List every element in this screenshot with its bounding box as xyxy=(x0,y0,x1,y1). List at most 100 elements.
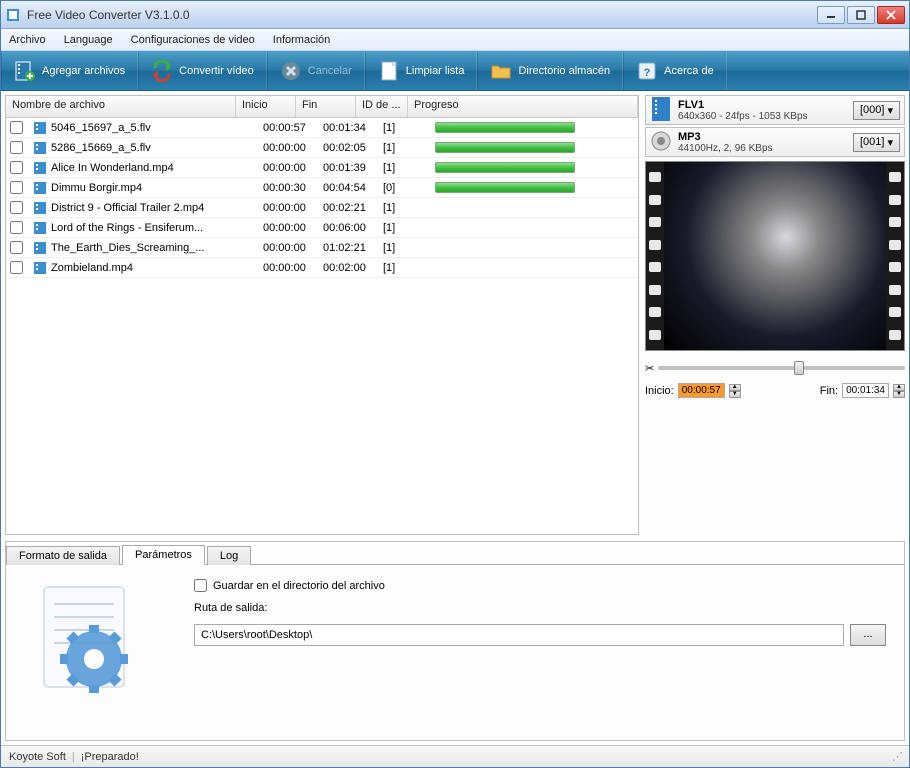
video-format-select[interactable]: [000]▾ xyxy=(853,101,900,120)
file-start: 00:00:00 xyxy=(257,142,317,154)
tab-parameters[interactable]: Parámetros xyxy=(122,545,205,565)
statusbar: Koyote Soft | ¡Preparado! ⋰ xyxy=(1,745,909,767)
video-file-icon xyxy=(33,181,47,195)
clear-list-button[interactable]: Limpiar lista xyxy=(365,51,478,90)
progress-bar xyxy=(435,162,575,173)
file-end: 00:02:05 xyxy=(317,142,377,154)
clear-list-label: Limpiar lista xyxy=(406,65,465,77)
file-checkbox[interactable] xyxy=(10,141,23,154)
video-file-icon xyxy=(33,121,47,135)
file-name: Dimmu Borgir.mp4 xyxy=(51,182,142,194)
trim-end-input[interactable]: 00:01:34 xyxy=(842,383,889,398)
file-id: [1] xyxy=(377,222,429,234)
table-row[interactable]: Lord of the Rings - Ensiferum...00:00:00… xyxy=(6,218,638,238)
add-files-button[interactable]: Agregar archivos xyxy=(1,51,138,90)
col-name[interactable]: Nombre de archivo xyxy=(6,96,236,117)
table-row[interactable]: The_Earth_Dies_Screaming_...00:00:0001:0… xyxy=(6,238,638,258)
slider-thumb[interactable] xyxy=(794,361,804,375)
speaker-icon xyxy=(650,130,672,155)
file-table: Nombre de archivo Inicio Fin ID de ... P… xyxy=(5,95,639,535)
file-end: 00:02:21 xyxy=(317,202,377,214)
file-id: [1] xyxy=(377,242,429,254)
output-dir-button[interactable]: Directorio almacén xyxy=(477,51,623,90)
menu-file[interactable]: Archivo xyxy=(9,34,46,46)
about-button[interactable]: ? Acerca de xyxy=(623,51,727,90)
file-start: 00:00:57 xyxy=(257,122,317,134)
file-name: District 9 - Official Trailer 2.mp4 xyxy=(51,202,204,214)
video-file-icon xyxy=(33,241,47,255)
table-row[interactable]: Dimmu Borgir.mp4 00:00:3000:04:54[0] xyxy=(6,178,638,198)
maximize-button[interactable] xyxy=(847,6,875,24)
output-path-label: Ruta de salida: xyxy=(194,602,886,614)
file-end: 00:01:39 xyxy=(317,162,377,174)
table-row[interactable]: 5046_15697_a_5.flv00:00:5700:01:34[1] xyxy=(6,118,638,138)
file-start: 00:00:30 xyxy=(257,182,317,194)
video-file-icon xyxy=(33,221,47,235)
file-id: [0] xyxy=(377,182,429,194)
window-title: Free Video Converter V3.1.0.0 xyxy=(27,8,817,22)
file-end: 00:04:54 xyxy=(317,182,377,194)
file-name: The_Earth_Dies_Screaming_... xyxy=(51,242,204,254)
film-add-icon xyxy=(14,60,36,82)
trim-start-input[interactable]: 00:00:57 xyxy=(678,383,725,398)
file-end: 00:02:00 xyxy=(317,262,377,274)
file-checkbox[interactable] xyxy=(10,201,23,214)
right-panel: FLV1 640x360 - 24fps - 1053 KBps [000]▾ … xyxy=(645,95,905,535)
browse-button[interactable]: ... xyxy=(850,624,886,646)
audio-format-detail: 44100Hz, 2, 96 KBps xyxy=(678,143,773,154)
tabs: Formato de salida Parámetros Log xyxy=(6,542,904,564)
close-button[interactable] xyxy=(877,6,905,24)
audio-format-name: MP3 xyxy=(678,131,773,143)
settings-illustration xyxy=(24,579,164,699)
table-row[interactable]: District 9 - Official Trailer 2.mp4 00:00… xyxy=(6,198,638,218)
left-panel: Nombre de archivo Inicio Fin ID de ... P… xyxy=(5,95,639,535)
col-id[interactable]: ID de ... xyxy=(356,96,408,117)
video-format-name: FLV1 xyxy=(678,99,808,111)
file-start: 00:00:00 xyxy=(257,202,317,214)
cancel-label: Cancelar xyxy=(308,65,352,77)
trim-start-spinner[interactable]: ▲▼ xyxy=(729,384,741,398)
minimize-button[interactable] xyxy=(817,6,845,24)
menubar: Archivo Language Configuraciones de vide… xyxy=(1,29,909,51)
trim-end-spinner[interactable]: ▲▼ xyxy=(893,384,905,398)
file-id: [1] xyxy=(377,262,429,274)
menu-info[interactable]: Información xyxy=(273,34,330,46)
file-start: 00:00:00 xyxy=(257,242,317,254)
video-file-icon xyxy=(650,96,672,125)
table-row[interactable]: Alice In Wonderland.mp400:00:0000:01:39[… xyxy=(6,158,638,178)
file-checkbox[interactable] xyxy=(10,121,23,134)
folder-icon xyxy=(490,60,512,82)
table-header: Nombre de archivo Inicio Fin ID de ... P… xyxy=(6,96,638,118)
col-end[interactable]: Fin xyxy=(296,96,356,117)
cancel-button[interactable]: Cancelar xyxy=(267,51,365,90)
save-in-dir-checkbox[interactable] xyxy=(194,579,207,592)
trim-slider[interactable] xyxy=(658,366,905,370)
trim-end-label: Fin: xyxy=(820,385,838,397)
file-checkbox[interactable] xyxy=(10,261,23,274)
table-row[interactable]: 5286_15669_a_5.flv00:00:0000:02:05[1] xyxy=(6,138,638,158)
status-ready: ¡Preparado! xyxy=(81,751,139,763)
convert-label: Convertir vídeo xyxy=(179,65,254,77)
video-format-box: FLV1 640x360 - 24fps - 1053 KBps [000]▾ xyxy=(645,95,905,125)
menu-video-config[interactable]: Configuraciones de video xyxy=(131,34,255,46)
toolbar: Agregar archivos Convertir vídeo Cancela… xyxy=(1,51,909,91)
output-path-input[interactable] xyxy=(194,624,844,646)
col-progress[interactable]: Progreso xyxy=(408,96,638,117)
table-row[interactable]: Zombieland.mp400:00:0000:02:00[1] xyxy=(6,258,638,278)
file-checkbox[interactable] xyxy=(10,181,23,194)
file-name: 5286_15669_a_5.flv xyxy=(51,142,151,154)
convert-button[interactable]: Convertir vídeo xyxy=(138,51,267,90)
file-name: 5046_15697_a_5.flv xyxy=(51,122,151,134)
menu-language[interactable]: Language xyxy=(64,34,113,46)
audio-format-select[interactable]: [001]▾ xyxy=(853,133,900,152)
video-preview[interactable] xyxy=(645,161,905,351)
col-start[interactable]: Inicio xyxy=(236,96,296,117)
tab-log[interactable]: Log xyxy=(207,546,251,565)
tab-output-format[interactable]: Formato de salida xyxy=(6,546,120,565)
file-checkbox[interactable] xyxy=(10,221,23,234)
audio-format-box: MP3 44100Hz, 2, 96 KBps [001]▾ xyxy=(645,127,905,157)
resize-grip[interactable]: ⋰ xyxy=(892,750,901,763)
file-checkbox[interactable] xyxy=(10,161,23,174)
scissors-icon[interactable]: ✂ xyxy=(645,362,654,375)
file-checkbox[interactable] xyxy=(10,241,23,254)
